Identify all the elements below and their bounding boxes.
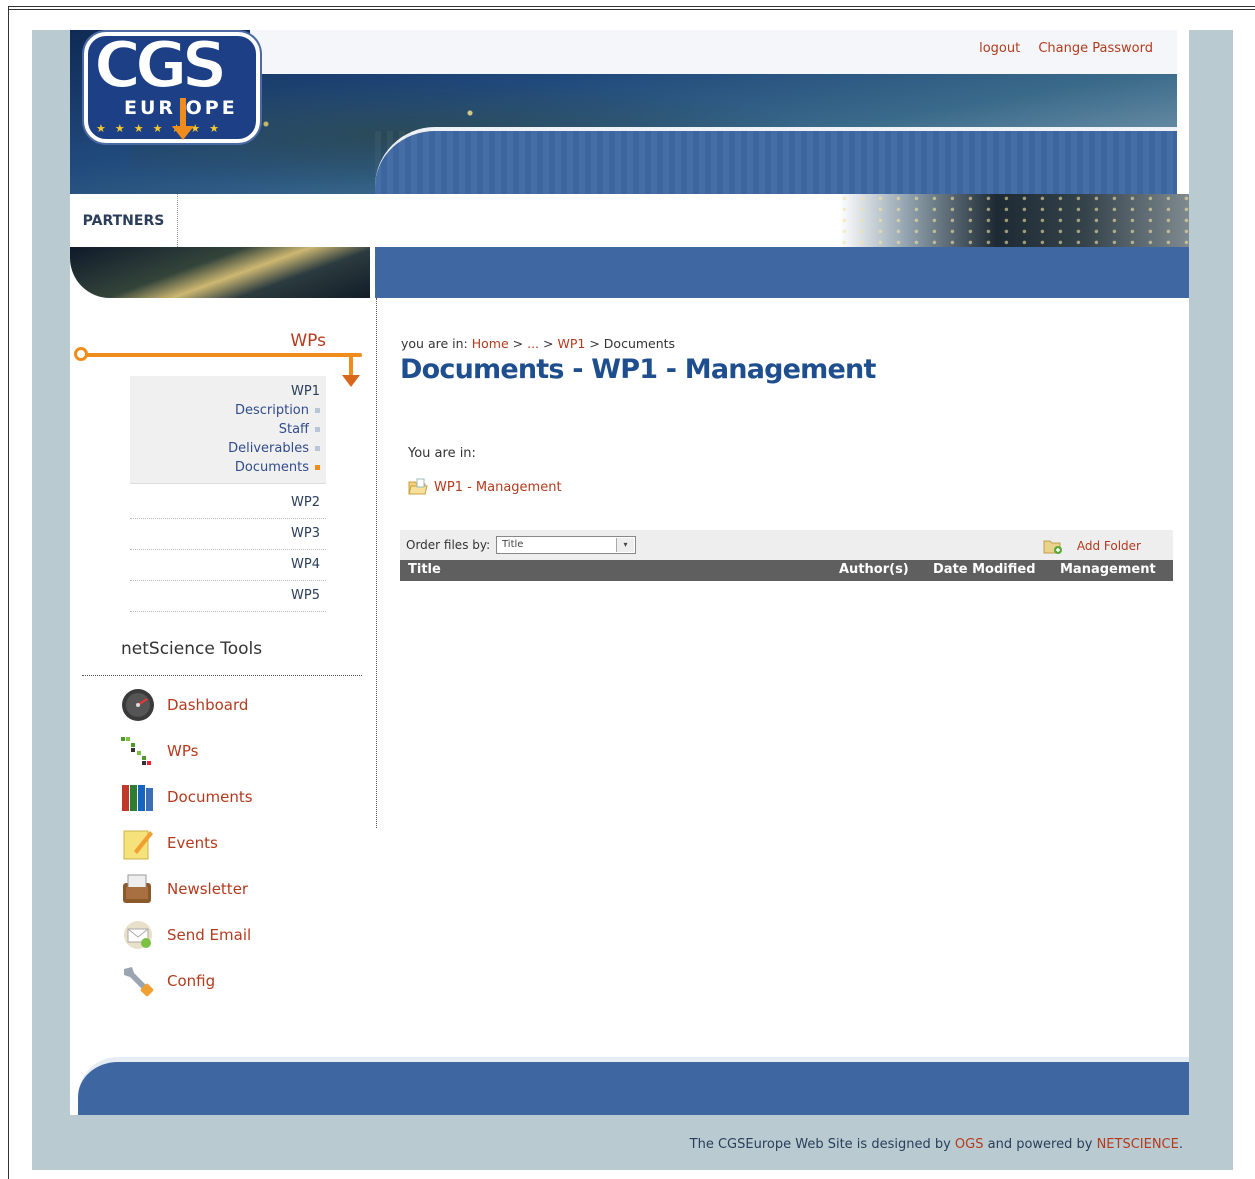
footer-text: The CGSEurope Web Site is designed by [689,1137,951,1152]
subheader-image [70,247,370,298]
netscience-link[interactable]: NETSCIENCE [1097,1137,1179,1152]
change-password-link[interactable]: Change Password [1038,41,1153,56]
column-management: Management [1060,562,1156,577]
sidebar-subitem-staff[interactable]: Staff [130,420,320,439]
add-folder-label: Add Folder [1076,539,1141,553]
decorative-arrow-icon [342,375,360,387]
logo-letters: CGS [93,29,229,103]
logo-stars: ★★★★★★★ [96,122,229,135]
chevron-down-icon: ▾ [616,538,634,552]
breadcrumb-prefix: you are in: [401,336,468,351]
order-files-value: Title [502,539,524,550]
sidebar-item-wp2[interactable]: WP2 [130,488,326,519]
current-folder: WP1 - Management [408,478,562,496]
tool-wps[interactable]: WPs [120,732,198,770]
nav-lights-image [839,194,1189,247]
sidebar-item-wp4[interactable]: WP4 [130,550,326,581]
divider [82,675,362,676]
footer-period: . [1178,1137,1183,1152]
sidebar-item-wp5[interactable]: WP5 [130,581,326,612]
subheader-blue-band [375,247,1189,298]
tool-label: Send Email [167,926,252,944]
config-icon [124,967,154,997]
footer-band [78,1057,1189,1115]
logo-arrow-icon [172,98,194,140]
sidebar-subitem-deliverables[interactable]: Deliverables [130,439,320,458]
page: CGS EUR OPE ★★★★★★★ logout Change Passwo… [70,30,1189,1115]
breadcrumb-separator: > [543,336,554,351]
tool-label: Newsletter [167,880,249,898]
ogs-link[interactable]: OGS [955,1137,984,1152]
tool-documents[interactable]: Documents [120,778,253,816]
column-date-modified[interactable]: Date Modified [933,562,1036,577]
nav-item-partners[interactable]: PARTNERS [70,194,178,247]
order-files-select[interactable]: Title ▾ [496,536,636,554]
wps-heading: WPs [290,331,326,351]
logout-link[interactable]: logout [979,41,1020,56]
active-bullet-icon [315,465,320,470]
breadcrumb-separator: > [589,336,600,351]
open-folder-icon [408,478,428,495]
events-icon [123,830,153,860]
tools-heading: netScience Tools [121,639,263,659]
decorative-circle [74,347,88,361]
tool-label: WPs [167,742,199,760]
tool-newsletter[interactable]: Newsletter [120,870,248,908]
folder-link[interactable]: WP1 - Management [434,480,562,495]
page-title: Documents - WP1 - Management [400,354,876,385]
sidebar-item-wp3[interactable]: WP3 [130,519,326,550]
files-toolbar: Order files by: Title ▾ Add Folder [400,530,1173,560]
files-table-header: Title Author(s) Date Modified Management [400,560,1173,581]
breadcrumb: you are in: Home > ... > WP1 > Documents [401,336,675,351]
you-are-in-label: You are in: [408,446,476,461]
breadcrumb-ellipsis[interactable]: ... [527,336,539,351]
breadcrumb-wp1[interactable]: WP1 [557,336,585,351]
bullet-icon [315,408,320,413]
order-files-label: Order files by: [406,538,491,552]
add-folder-icon [1043,540,1062,554]
sidebar-subitem-documents[interactable]: Documents [130,458,320,477]
main-nav: PARTNERS [70,194,1189,247]
window-frame-line [8,9,1255,10]
tool-label: Dashboard [167,696,249,714]
bullet-icon [315,446,320,451]
sidebar-item-wp1[interactable]: WP1 [130,382,320,401]
sidebar-subitem-description[interactable]: Description [130,401,320,420]
breadcrumb-home[interactable]: Home [472,336,509,351]
sidebar: WPs WP1 Description Staff Deliverables D… [70,298,377,997]
cgs-europe-logo[interactable]: CGS EUR OPE ★★★★★★★ [84,32,260,143]
column-title[interactable]: Title [408,562,441,577]
account-links: logout Change Password [965,41,1153,56]
wps-icon [121,737,151,765]
newsletter-icon [123,874,151,903]
footer-credits: The CGSEurope Web Site is designed by OG… [690,1137,1183,1152]
send-email-icon [124,921,152,949]
column-authors[interactable]: Author(s) [839,562,909,577]
tool-events[interactable]: Events [120,824,218,862]
documents-icon [122,785,153,811]
tool-config[interactable]: Config [120,962,215,1000]
tool-dashboard[interactable]: Dashboard [120,686,248,724]
add-folder-button[interactable]: Add Folder [1043,538,1141,554]
tool-label: Documents [167,788,253,806]
footer-text: and powered by [987,1137,1093,1152]
tool-send-email[interactable]: Send Email [120,916,251,954]
breadcrumb-current: Documents [603,336,676,351]
tool-label: Config [167,972,216,990]
breadcrumb-separator: > [512,336,524,351]
dashboard-icon [122,689,154,721]
tool-label: Events [167,834,218,852]
wp1-menu: WP1 Description Staff Deliverables Docum… [130,376,326,484]
decorative-line [80,353,362,357]
bullet-icon [315,427,320,432]
